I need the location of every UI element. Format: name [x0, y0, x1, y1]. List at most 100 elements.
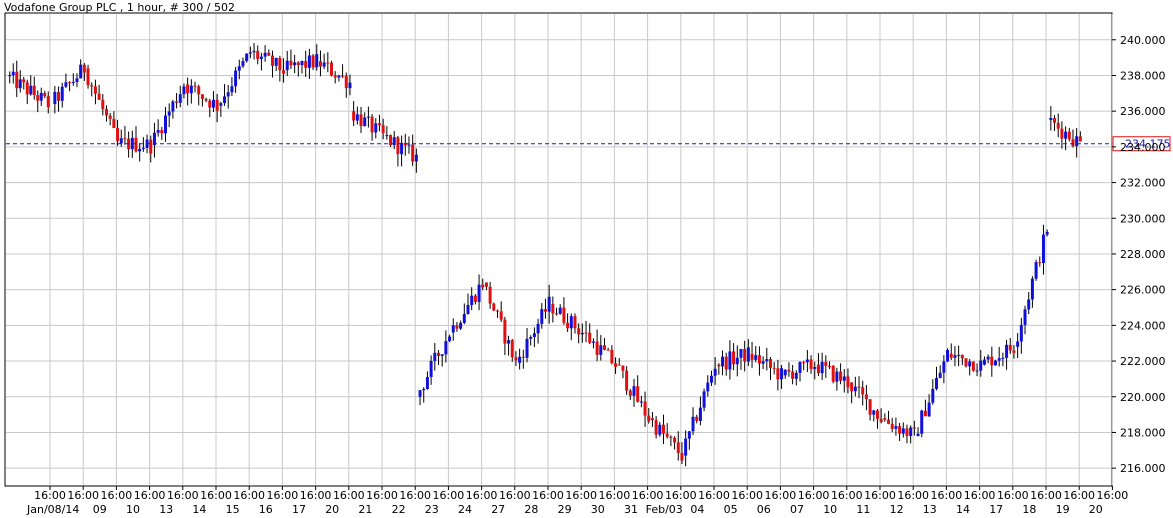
candle-body-up: [540, 309, 544, 324]
candle-body-up: [440, 354, 444, 356]
candle-body-down: [584, 332, 588, 334]
candle-body-down: [359, 114, 363, 127]
x-time-label: 16:00: [233, 489, 265, 502]
candle-body-down: [647, 415, 651, 422]
candle-body-down: [643, 401, 647, 416]
candle-body-up: [580, 332, 584, 335]
candle-body-up: [639, 401, 643, 403]
x-time-label: 16:00: [964, 489, 996, 502]
candle-body-down: [411, 144, 415, 162]
candle-body-up: [337, 75, 341, 78]
candle-body-up: [119, 138, 123, 144]
x-time-label: 16:00: [997, 489, 1029, 502]
x-date-label: 28: [524, 503, 538, 516]
y-tick-label: 226.000: [1120, 284, 1166, 297]
x-time-label: 16:00: [698, 489, 730, 502]
candle-body-up: [783, 369, 787, 376]
candle-body-down: [839, 371, 843, 381]
candle-body-down: [861, 387, 865, 395]
candle-body-down: [134, 137, 138, 152]
candle-body-down: [669, 436, 673, 438]
candle-body-up: [982, 359, 986, 365]
candle-body-down: [1071, 139, 1075, 147]
chart-title: Vodafone Group PLC , 1 hour, # 300 / 502: [4, 1, 235, 14]
candle-body-down: [883, 418, 887, 420]
candle-body-down: [296, 62, 300, 66]
candle-body-down: [846, 376, 850, 388]
candle-body-up: [735, 357, 739, 365]
candle-body-up: [706, 382, 710, 392]
candle-body-down: [282, 70, 286, 74]
candle-body-up: [448, 336, 452, 342]
candle-body-up: [1041, 234, 1045, 263]
candle-body-up: [765, 359, 769, 362]
candle-body-up: [1075, 136, 1079, 147]
candle-body-down: [22, 79, 26, 83]
candle-body-down: [484, 282, 488, 287]
x-time-label: 16:00: [267, 489, 299, 502]
candle-body-down: [215, 99, 219, 111]
candle-body-down: [123, 138, 127, 140]
x-date-label: 05: [724, 503, 738, 516]
candle-body-down: [208, 100, 212, 108]
candle-body-up: [8, 75, 12, 77]
candle-body-down: [868, 399, 872, 415]
x-time-label: 16:00: [333, 489, 365, 502]
candle-body-down: [824, 361, 828, 366]
candle-body-down: [116, 128, 120, 141]
x-time-label: 16:00: [433, 489, 465, 502]
candle-body-down: [912, 427, 916, 429]
candle-body-down: [15, 71, 19, 89]
y-tick-label: 218.000: [1120, 426, 1166, 439]
candle-body-down: [614, 363, 618, 367]
candle-body-up: [835, 371, 839, 382]
candle-body-up: [211, 99, 215, 108]
candle-body-up: [374, 123, 378, 133]
candle-body-up: [780, 368, 784, 380]
candle-body-up: [307, 55, 311, 68]
candle-body-up: [462, 313, 466, 323]
candle-body-up: [138, 148, 142, 152]
candle-body-up: [189, 85, 193, 94]
candle-body-down: [768, 359, 772, 368]
x-time-label: 16:00: [466, 489, 498, 502]
candle-body-down: [595, 341, 599, 355]
candle-body-down: [1067, 131, 1071, 140]
candle-body-up: [1045, 231, 1049, 235]
candle-body-up: [29, 85, 33, 95]
candle-body-up: [532, 333, 536, 338]
x-date-label: Feb/03: [646, 503, 683, 516]
x-date-label: 20: [1089, 503, 1103, 516]
candle-body-up: [167, 111, 171, 116]
candle-body-up: [230, 86, 234, 93]
candle-body-up: [366, 116, 370, 118]
x-time-label: 16:00: [931, 489, 963, 502]
chart-container: 234.175 216.000 218.000 220.000 222.000 224.…: [0, 0, 1173, 518]
candle-body-up: [820, 361, 824, 374]
candle-body-up: [754, 355, 758, 360]
candle-body-up: [274, 57, 278, 66]
candle-body-down: [875, 410, 879, 419]
x-date-label: 17: [989, 503, 1003, 516]
candle-body-down: [577, 328, 581, 335]
candle-body-down: [43, 92, 47, 97]
candle-body-down: [1008, 344, 1012, 351]
x-date-label: 09: [93, 503, 107, 516]
candle-body-up: [746, 347, 750, 362]
y-tick-label: 234.000: [1120, 141, 1166, 154]
x-date-label: 10: [823, 503, 837, 516]
candle-body-down: [828, 365, 832, 367]
candle-body-down: [104, 109, 108, 116]
candle-body-up: [1005, 344, 1009, 358]
candle-body-down: [311, 55, 315, 68]
x-date-label: 29: [558, 503, 572, 516]
y-tick-label: 240.000: [1120, 34, 1166, 47]
candle-body-down: [857, 386, 861, 388]
x-time-label: 16:00: [565, 489, 597, 502]
candle-body-down: [108, 115, 112, 119]
candle-body-down: [333, 75, 337, 78]
candle-body-up: [182, 86, 186, 95]
candle-body-down: [617, 364, 621, 366]
candle-body-up: [894, 426, 898, 429]
candle-body-down: [455, 325, 459, 329]
